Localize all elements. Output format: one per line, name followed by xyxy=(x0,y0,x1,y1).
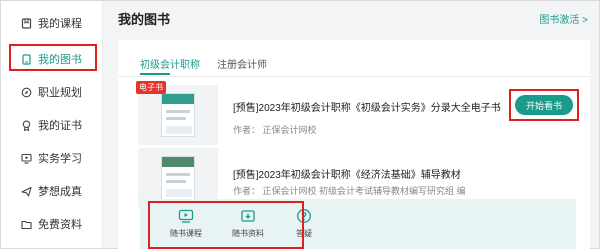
book-item: 电子书 [预售]2023年初级会计职称《初级会计实务》分录大全电子书 作者： 正… xyxy=(136,81,570,149)
tab-divider xyxy=(118,76,590,77)
highlight-box-sidebar xyxy=(9,44,97,71)
sidebar-item-free-materials[interactable]: 免费资料 xyxy=(1,212,103,236)
sidebar-item-label: 梦想成真 xyxy=(38,186,82,198)
folder-icon xyxy=(20,218,32,230)
book-title[interactable]: [预售]2023年初级会计职称《经济法基础》辅导教材 xyxy=(233,166,461,181)
book-cover[interactable]: 电子书 xyxy=(136,81,218,145)
sidebar-item-practice-learning[interactable]: 实务学习 xyxy=(1,146,103,170)
sidebar-item-label: 我的课程 xyxy=(38,18,82,30)
bookmark-icon xyxy=(20,17,32,29)
tab-cpa[interactable]: 注册会计师 xyxy=(217,56,267,71)
highlight-box-button xyxy=(509,89,579,121)
compass-icon xyxy=(20,86,32,98)
book-title[interactable]: [预售]2023年初级会计职称《初级会计实务》分录大全电子书 xyxy=(233,99,501,114)
cover-image xyxy=(161,156,195,200)
sidebar: 我的课程 我的图书 职业规划 我的证书 实务学习 梦想成真 免费资料 xyxy=(1,1,103,248)
sidebar-item-my-certificates[interactable]: 我的证书 xyxy=(1,113,103,137)
badge-icon xyxy=(20,119,32,131)
cover-image xyxy=(161,93,195,137)
highlight-box-resources xyxy=(148,201,304,249)
books-panel: 初级会计职称 注册会计师 电子书 [预售]2023年初级会计职称《初级会计实务》… xyxy=(118,40,590,249)
active-tab-indicator xyxy=(140,73,170,75)
sidebar-item-label: 我的证书 xyxy=(38,120,82,132)
ebook-tag: 电子书 xyxy=(136,81,166,94)
sidebar-item-label: 职业规划 xyxy=(38,87,82,99)
sidebar-item-my-courses[interactable]: 我的课程 xyxy=(1,11,103,35)
sidebar-item-label: 实务学习 xyxy=(38,153,82,165)
sidebar-item-career-plan[interactable]: 职业规划 xyxy=(1,80,103,104)
book-author: 作者： 正保会计网校 xyxy=(233,125,317,135)
activate-book-link[interactable]: 图书激活 > xyxy=(539,11,588,26)
plane-icon xyxy=(20,185,32,197)
tab-junior-accountant[interactable]: 初级会计职称 xyxy=(140,56,200,71)
monitor-icon xyxy=(20,152,32,164)
sidebar-item-label: 免费资料 xyxy=(38,219,82,231)
page-title: 我的图书 xyxy=(118,12,171,27)
book-author: 作者： 正保会计网校 初级会计考试辅导教材编写研究组 编 xyxy=(233,186,466,196)
sidebar-item-dream[interactable]: 梦想成真 xyxy=(1,179,103,203)
